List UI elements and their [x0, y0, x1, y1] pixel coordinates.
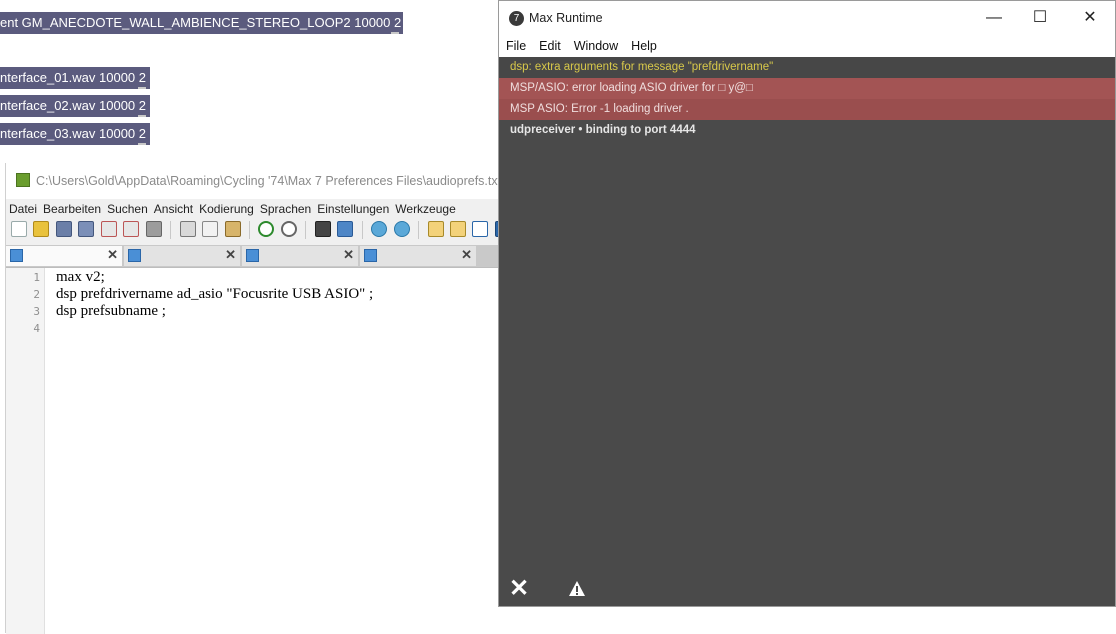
replace-icon[interactable]: [337, 221, 354, 237]
tab-close-icon[interactable]: ✕: [225, 247, 236, 263]
sync-scroll-h-icon[interactable]: [449, 221, 466, 237]
code-editor[interactable]: 1 2 3 4 max v2; dsp prefdrivername ad_as…: [6, 267, 504, 634]
close-all-icon[interactable]: [123, 221, 140, 237]
console-text: dsp: extra arguments for message "prefdr…: [510, 61, 774, 73]
max-outlet[interactable]: [138, 143, 146, 145]
editor-tab[interactable]: ✕: [242, 246, 358, 266]
notepad-window: C:\Users\Gold\AppData\Roaming\Cycling '7…: [5, 163, 504, 634]
menu-ansicht[interactable]: Ansicht: [151, 199, 196, 219]
max-menu-bar: File Edit Window Help: [499, 35, 1115, 57]
menu-sprachen[interactable]: Sprachen: [257, 199, 314, 219]
max-outlet[interactable]: [138, 87, 146, 89]
toolbar-separator: [418, 221, 420, 239]
code-line[interactable]: dsp prefdrivername ad_asio "Focusrite US…: [56, 286, 373, 303]
console-separator-dot: •: [575, 124, 586, 136]
save-icon[interactable]: [55, 221, 72, 237]
file-icon: [364, 249, 377, 262]
max-object-box-interface-01[interactable]: nterface_01.wav 10000 2: [0, 67, 150, 89]
console-message-error[interactable]: MSP/ASIO: error loading ASIO driver for …: [499, 78, 1115, 99]
minimize-button[interactable]: —: [971, 1, 1017, 35]
console-message-error[interactable]: MSP ASIO: Error -1 loading driver .: [499, 99, 1115, 120]
tab-close-icon[interactable]: ✕: [343, 247, 354, 263]
max-title-bar[interactable]: 7 Max Runtime — ☐ ✕: [499, 1, 1115, 35]
warning-filter-icon[interactable]: [568, 580, 586, 598]
code-line[interactable]: max v2;: [56, 269, 105, 286]
sync-scroll-v-icon[interactable]: [427, 221, 444, 237]
toolbar-separator: [305, 221, 307, 239]
console-source: udpreceiver: [510, 124, 576, 136]
paste-icon[interactable]: [224, 221, 241, 237]
print-icon[interactable]: [145, 221, 162, 237]
editor-tab[interactable]: ✕: [124, 246, 240, 266]
copy-icon[interactable]: [202, 221, 219, 237]
max-console[interactable]: dsp: extra arguments for message "prefdr…: [499, 57, 1115, 572]
max-logo-icon: 7: [509, 11, 524, 26]
notepad-menu-bar: Datei Bearbeiten Suchen Ansicht Kodierung Spr…: [6, 199, 504, 219]
zoom-in-icon[interactable]: [371, 221, 388, 237]
notepad-tab-bar: ✕ ✕ ✕ ✕: [6, 245, 504, 267]
file-icon: [246, 249, 259, 262]
console-message-warning[interactable]: dsp: extra arguments for message "prefdr…: [499, 57, 1115, 78]
max-outlet[interactable]: [391, 32, 399, 34]
tab-close-icon[interactable]: ✕: [461, 247, 472, 263]
open-file-icon[interactable]: [33, 221, 50, 237]
max-runtime-window: 7 Max Runtime — ☐ ✕ File Edit Window Help d…: [498, 0, 1116, 607]
cut-icon[interactable]: [179, 221, 196, 237]
max-object-text: nterface_02.wav 10000 2: [0, 98, 146, 113]
toolbar-separator: [170, 221, 172, 239]
close-button[interactable]: ✕: [1067, 1, 1113, 35]
line-number: 3: [33, 305, 40, 318]
editor-tab[interactable]: ✕: [6, 246, 122, 266]
find-icon[interactable]: [314, 221, 331, 237]
max-object-text: ent GM_ANECDOTE_WALL_AMBIENCE_STEREO_LOO…: [0, 15, 402, 30]
menu-suchen[interactable]: Suchen: [104, 199, 151, 219]
new-file-icon[interactable]: [11, 221, 27, 237]
notepad-app-icon: [16, 173, 30, 187]
redo-icon[interactable]: [280, 221, 297, 237]
close-file-icon[interactable]: [100, 221, 117, 237]
file-icon: [128, 249, 141, 262]
zoom-out-icon[interactable]: [393, 221, 410, 237]
console-text: MSP/ASIO: error loading ASIO driver for …: [510, 82, 753, 94]
console-message-info[interactable]: udpreceiver • binding to port 4444: [499, 120, 1115, 141]
line-number: 4: [33, 322, 40, 335]
console-text: binding to port 4444: [585, 124, 696, 136]
word-wrap-icon[interactable]: [472, 221, 489, 237]
save-all-icon[interactable]: [78, 221, 95, 237]
maximize-button[interactable]: ☐: [1017, 1, 1063, 35]
max-console-toolbar: ✕: [499, 572, 1115, 606]
max-object-box-interface-03[interactable]: nterface_03.wav 10000 2: [0, 123, 150, 145]
max-object-box-interface-02[interactable]: nterface_02.wav 10000 2: [0, 95, 150, 117]
max-object-text: nterface_03.wav 10000 2: [0, 126, 146, 141]
menu-bearbeiten[interactable]: Bearbeiten: [40, 199, 104, 219]
console-text: MSP ASIO: Error -1 loading driver .: [510, 103, 689, 115]
menu-window[interactable]: Window: [567, 35, 624, 57]
file-icon: [10, 249, 23, 262]
line-number: 2: [33, 288, 40, 301]
menu-werkzeuge[interactable]: Werkzeuge: [392, 199, 458, 219]
menu-einstellungen[interactable]: Einstellungen: [314, 199, 392, 219]
menu-kodierung[interactable]: Kodierung: [196, 199, 257, 219]
max-outlet[interactable]: [138, 115, 146, 117]
max-window-title: Max Runtime: [529, 11, 603, 25]
toolbar-separator: [248, 221, 250, 239]
tab-close-icon[interactable]: ✕: [107, 247, 118, 263]
menu-file[interactable]: File: [499, 35, 532, 57]
notepad-title-text: C:\Users\Gold\AppData\Roaming\Cycling '7…: [36, 174, 502, 188]
max-object-box-ambience[interactable]: ent GM_ANECDOTE_WALL_AMBIENCE_STEREO_LOO…: [0, 12, 403, 34]
notepad-toolbar: [10, 219, 504, 241]
editor-tab[interactable]: ✕: [360, 246, 476, 266]
clear-console-icon[interactable]: ✕: [509, 574, 529, 604]
line-number: 1: [33, 271, 40, 284]
notepad-title-bar[interactable]: C:\Users\Gold\AppData\Roaming\Cycling '7…: [6, 163, 504, 199]
toolbar-separator: [361, 221, 363, 239]
menu-help[interactable]: Help: [624, 35, 663, 57]
code-line[interactable]: dsp prefsubname ;: [56, 303, 166, 320]
line-number-gutter: 1 2 3 4: [6, 268, 45, 634]
menu-edit[interactable]: Edit: [532, 35, 567, 57]
menu-datei[interactable]: Datei: [6, 199, 40, 219]
undo-icon[interactable]: [258, 221, 275, 237]
max-object-text: nterface_01.wav 10000 2: [0, 70, 146, 85]
